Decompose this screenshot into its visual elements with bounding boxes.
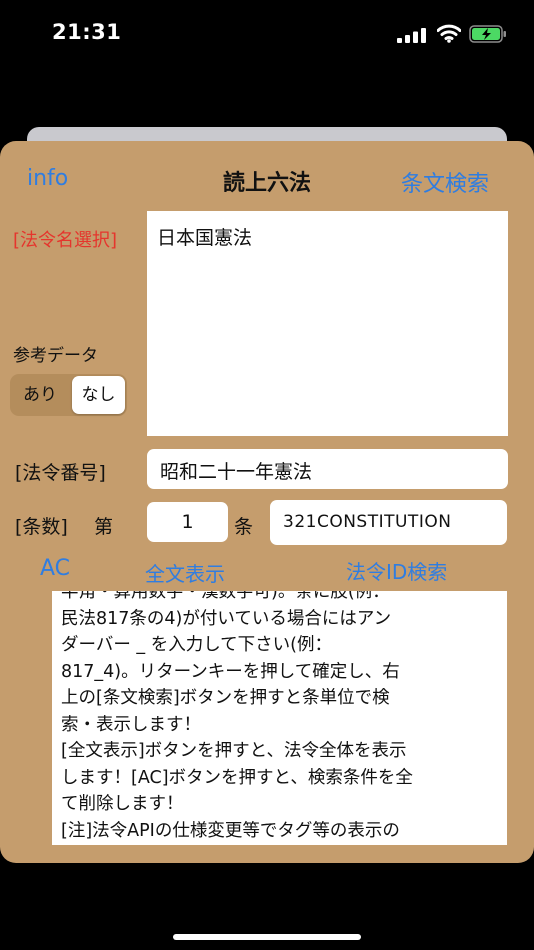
law-list-item[interactable]: 日本国憲法 [157,223,252,250]
article-prefix: 第 [94,516,114,538]
article-suffix: 条 [234,516,254,538]
law-number-value: 昭和二十一年憲法 [160,461,313,483]
reference-option-no[interactable]: なし [72,376,125,414]
law-name-select-button[interactable]: [法令名選択] [13,226,117,252]
full-text-button[interactable]: 全文表示 [145,558,225,587]
article-label: [条数] [15,516,68,538]
signal-icon [397,28,426,43]
battery-charging-icon [469,25,506,43]
status-bar: 21:31 [0,0,534,70]
reference-segmented-control[interactable]: あり なし [10,374,127,416]
law-number-field[interactable]: 昭和二十一年憲法 [147,449,508,489]
reference-option-yes[interactable]: あり [12,376,68,414]
help-text-view[interactable]: 半角・算用数字・漢数字可)。条に肢(例： 民法817条の4)が付いている場合には… [52,591,507,845]
help-text: 半角・算用数字・漢数字可)。条に肢(例： 民法817条の4)が付いている場合には… [61,591,413,841]
article-search-button[interactable]: 条文検索 [401,166,489,198]
law-number-label: [法令番号] [15,462,106,484]
reference-data-label: 参考データ [13,346,98,366]
ac-button[interactable]: AC [40,556,70,581]
article-number-field[interactable]: 1 [147,502,228,542]
law-id-field[interactable]: 321CONSTITUTION [270,500,507,545]
law-name-list[interactable]: 日本国憲法 [147,211,508,436]
law-id-search-button[interactable]: 法令ID検索 [346,556,447,585]
status-time: 21:31 [52,20,122,44]
wifi-icon [437,24,461,43]
law-id-value: 321CONSTITUTION [283,512,452,532]
home-indicator[interactable] [173,934,361,940]
